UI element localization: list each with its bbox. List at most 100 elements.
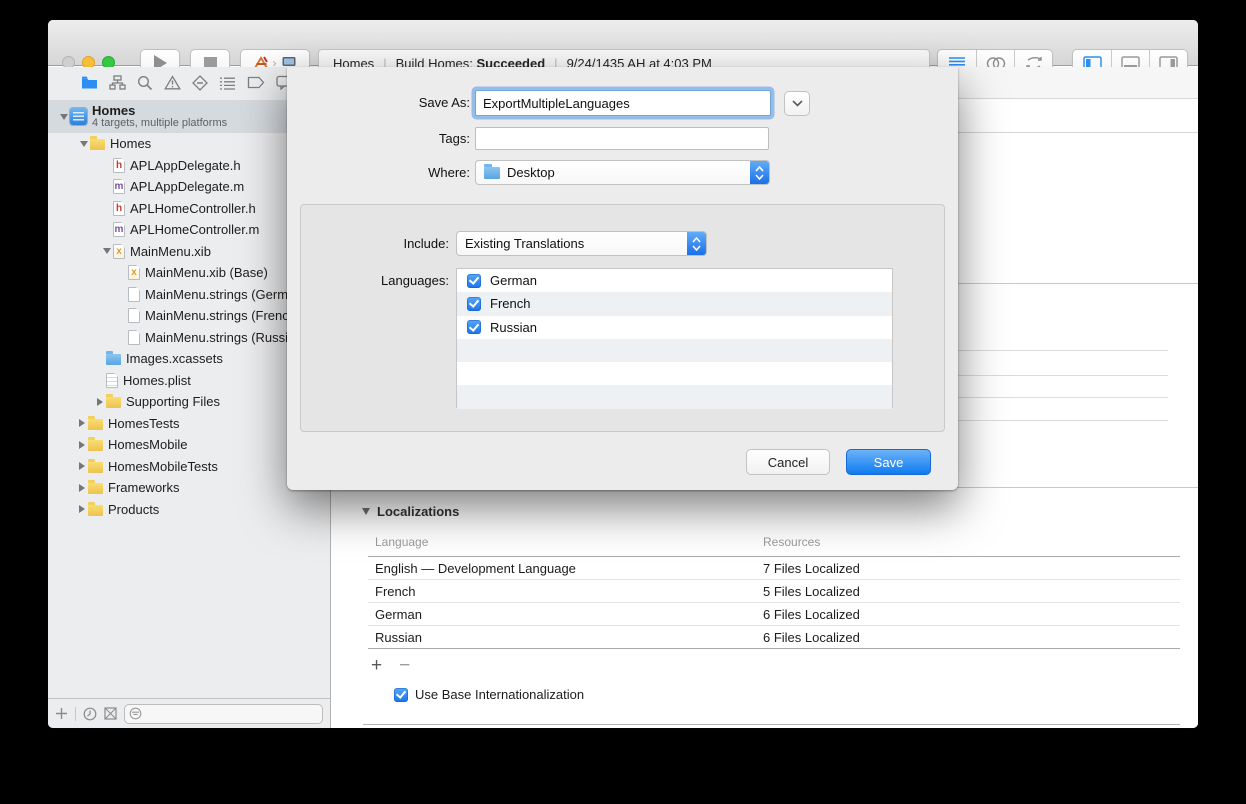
use-base-internationalization-label: Use Base Internationalization bbox=[415, 687, 584, 702]
xcode-window: › Homes | Build Homes: Succeeded | 9/24/… bbox=[48, 20, 1198, 728]
language-checkbox[interactable] bbox=[467, 274, 481, 288]
symbol-navigator-icon[interactable] bbox=[109, 75, 126, 90]
language-row[interactable]: Russian bbox=[457, 316, 892, 339]
disclosure-triangle[interactable] bbox=[75, 462, 88, 470]
project-name: Homes bbox=[92, 104, 227, 117]
table-row[interactable]: French 5 Files Localized bbox=[368, 580, 1180, 603]
issue-navigator-icon[interactable] bbox=[164, 75, 181, 90]
localizations-table: English — Development Language 7 Files L… bbox=[368, 557, 1180, 649]
disclosure-triangle[interactable] bbox=[75, 505, 88, 513]
tree-item-label: APLHomeController.m bbox=[130, 222, 259, 237]
tags-input[interactable] bbox=[475, 127, 769, 150]
folder-icon bbox=[106, 397, 121, 408]
tree-item-label: HomesMobileTests bbox=[108, 459, 218, 474]
tree-item-label: Products bbox=[108, 502, 159, 517]
folder-icon bbox=[90, 139, 105, 150]
tree-item-label: APLAppDelegate.h bbox=[130, 158, 241, 173]
language-row[interactable]: German bbox=[457, 269, 892, 292]
project-subtitle: 4 targets, multiple platforms bbox=[92, 117, 227, 130]
tree-item-folder[interactable]: Products bbox=[48, 499, 330, 521]
save-as-input[interactable] bbox=[475, 90, 771, 116]
language-row[interactable]: French bbox=[457, 292, 892, 315]
language-checkbox[interactable] bbox=[467, 297, 481, 311]
tree-item-label: MainMenu.xib (Base) bbox=[145, 265, 268, 280]
table-row[interactable]: English — Development Language 7 Files L… bbox=[368, 557, 1180, 580]
add-file-icon[interactable] bbox=[55, 707, 68, 720]
filter-input[interactable] bbox=[124, 704, 323, 724]
where-value: Desktop bbox=[507, 165, 555, 180]
section-disclosure-icon bbox=[362, 508, 370, 515]
tree-item-label: MainMenu.strings (German) bbox=[145, 287, 307, 302]
include-popup[interactable]: Existing Translations bbox=[456, 231, 707, 256]
tree-item-label: HomesMobile bbox=[108, 437, 187, 452]
disclosure-triangle[interactable] bbox=[93, 398, 106, 406]
tree-item-label: APLHomeController.h bbox=[130, 201, 256, 216]
cancel-button[interactable]: Cancel bbox=[746, 449, 830, 475]
localizations-header[interactable]: Localizations bbox=[368, 504, 1180, 519]
search-navigator-icon[interactable] bbox=[137, 75, 153, 91]
language-label: German bbox=[490, 273, 537, 288]
source-file-icon: m bbox=[113, 179, 125, 194]
debug-navigator-icon[interactable] bbox=[219, 76, 236, 90]
language-checkbox[interactable] bbox=[467, 320, 481, 334]
strings-file-icon bbox=[128, 308, 140, 323]
filter-icon bbox=[129, 707, 142, 720]
disclosure-triangle[interactable] bbox=[75, 419, 88, 427]
use-base-internationalization-checkbox[interactable] bbox=[394, 688, 408, 702]
strings-file-icon bbox=[128, 287, 140, 302]
popup-stepper-icon bbox=[687, 232, 706, 255]
disclosure-triangle[interactable] bbox=[100, 248, 113, 254]
where-popup[interactable]: Desktop bbox=[475, 160, 770, 185]
plist-file-icon bbox=[106, 373, 118, 388]
strings-file-icon bbox=[128, 330, 140, 345]
chevron-down-icon bbox=[792, 100, 803, 107]
tree-item-label: APLAppDelegate.m bbox=[130, 179, 244, 194]
section-title: Localizations bbox=[377, 504, 459, 519]
languages-label: Languages: bbox=[301, 273, 449, 288]
folder-icon bbox=[88, 505, 103, 516]
localizations-section: Localizations Language Resources English… bbox=[368, 504, 1180, 519]
xcode-project-icon bbox=[70, 108, 87, 125]
table-row[interactable]: Russian 6 Files Localized bbox=[368, 626, 1180, 649]
expand-sheet-button[interactable] bbox=[784, 91, 810, 116]
desktop-folder-icon bbox=[484, 167, 500, 179]
language-label: Russian bbox=[490, 320, 537, 335]
language-label: French bbox=[490, 296, 530, 311]
export-localizations-sheet: Save As: Tags: Where: Desktop Include: E… bbox=[287, 67, 958, 490]
add-localization-button[interactable]: + bbox=[371, 655, 382, 677]
disclosure-triangle[interactable] bbox=[57, 114, 70, 120]
project-navigator-icon[interactable] bbox=[81, 75, 98, 90]
xib-file-icon: x bbox=[128, 265, 140, 280]
export-options-panel: Include: Existing Translations Languages… bbox=[300, 204, 945, 432]
folder-icon bbox=[88, 419, 103, 430]
table-row[interactable]: German 6 Files Localized bbox=[368, 603, 1180, 626]
where-label: Where: bbox=[300, 165, 470, 180]
tags-label: Tags: bbox=[300, 131, 470, 146]
popup-stepper-icon bbox=[750, 161, 769, 184]
header-file-icon: h bbox=[113, 158, 125, 173]
disclosure-triangle[interactable] bbox=[75, 484, 88, 492]
tree-item-label: Homes bbox=[110, 136, 151, 151]
remove-localization-button[interactable]: − bbox=[399, 655, 410, 677]
tree-item-label: Frameworks bbox=[108, 480, 180, 495]
column-language: Language bbox=[368, 535, 428, 549]
breakpoint-navigator-icon[interactable] bbox=[247, 76, 265, 89]
disclosure-triangle[interactable] bbox=[77, 141, 90, 147]
folder-icon bbox=[88, 440, 103, 451]
save-button[interactable]: Save bbox=[846, 449, 931, 475]
toolbar: › Homes | Build Homes: Succeeded | 9/24/… bbox=[48, 20, 1198, 66]
disclosure-triangle[interactable] bbox=[75, 441, 88, 449]
save-as-label: Save As: bbox=[300, 95, 470, 110]
folder-icon bbox=[88, 462, 103, 473]
tree-item-label: Images.xcassets bbox=[126, 351, 223, 366]
test-navigator-icon[interactable] bbox=[192, 75, 208, 91]
include-label: Include: bbox=[301, 236, 449, 251]
tree-item-label: Supporting Files bbox=[126, 394, 220, 409]
recent-files-filter-icon[interactable] bbox=[83, 707, 97, 721]
asset-catalog-icon bbox=[106, 354, 121, 365]
include-value: Existing Translations bbox=[465, 236, 584, 251]
localizations-table-header: Language Resources bbox=[368, 535, 1180, 557]
navigator-filter-bar bbox=[48, 698, 330, 728]
tree-item-label: MainMenu.strings (French) bbox=[145, 308, 300, 323]
source-control-filter-icon[interactable] bbox=[104, 707, 117, 720]
